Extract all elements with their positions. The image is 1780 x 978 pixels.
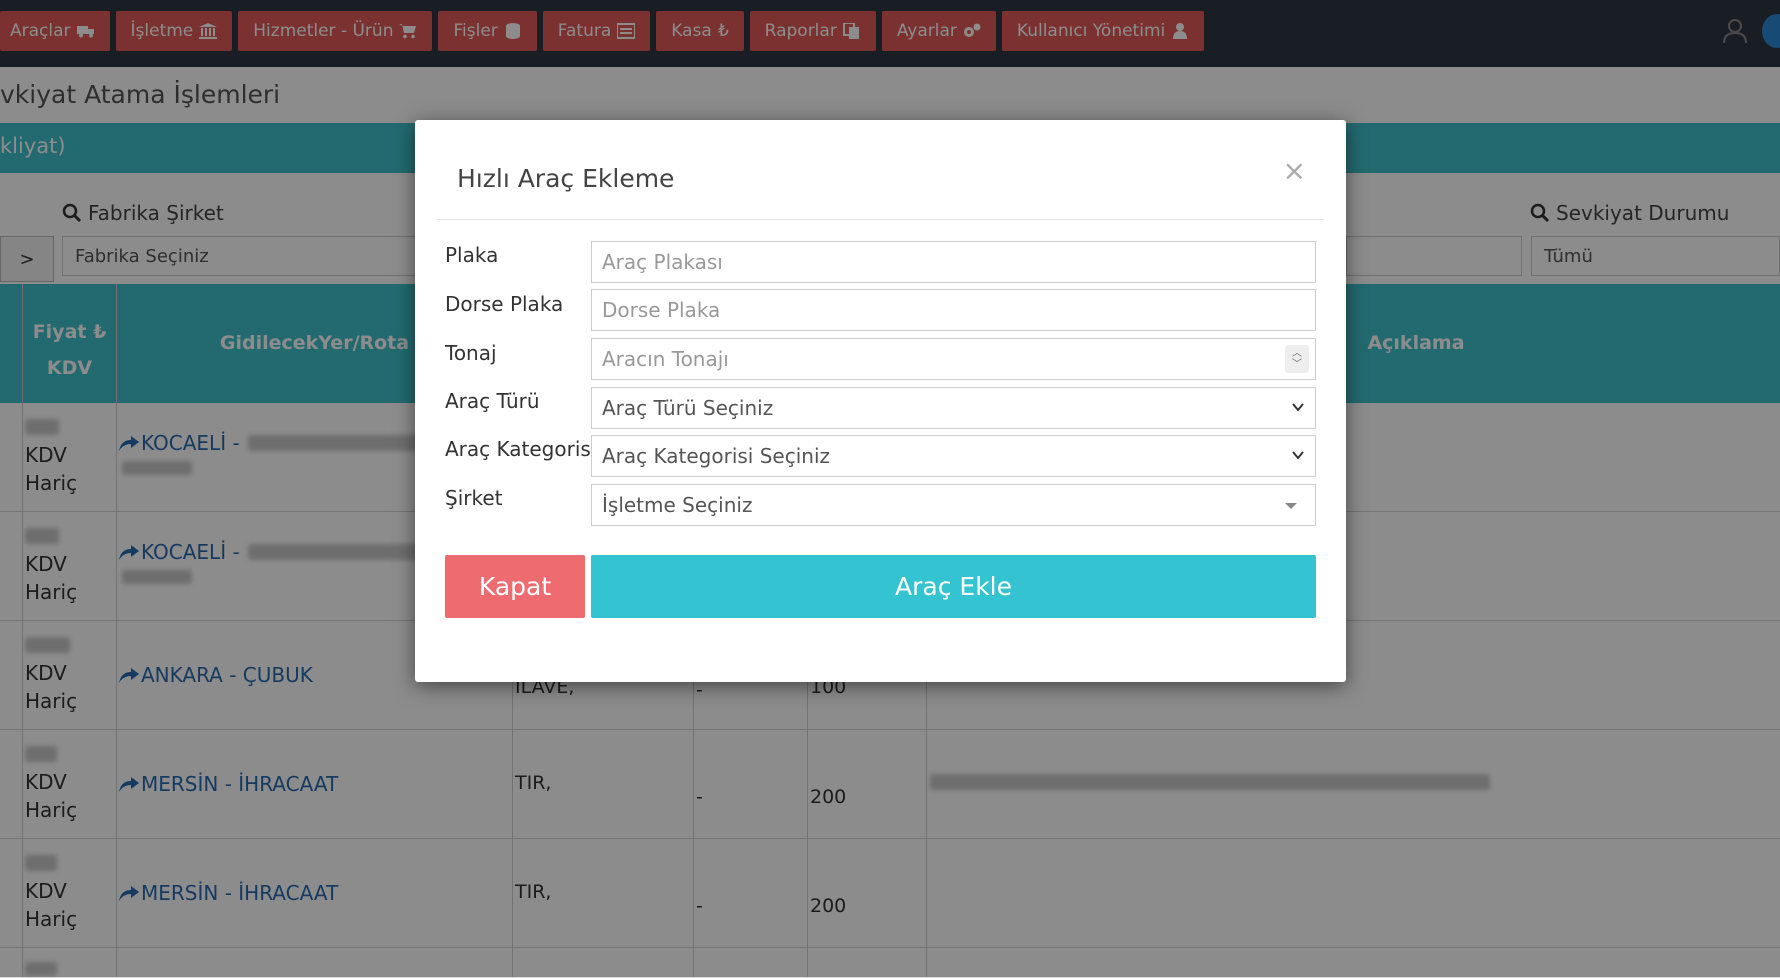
plaka-placeholder: Araç Plakası <box>602 250 723 274</box>
quick-add-vehicle-modal: Hızlı Araç Ekleme × Plaka Araç Plakası D… <box>415 120 1346 682</box>
plaka-label: Plaka <box>445 243 499 267</box>
chevron-down-icon <box>1292 403 1304 412</box>
kategori-value: Araç Kategorisi Seçiniz <box>602 444 831 468</box>
close-icon[interactable]: × <box>1283 154 1306 187</box>
dorse-placeholder: Dorse Plaka <box>602 298 721 322</box>
dorse-input[interactable]: Dorse Plaka <box>591 289 1316 331</box>
number-spinner[interactable]: ︿ ﹀ <box>1285 345 1309 373</box>
tonaj-placeholder: Aracın Tonajı <box>602 347 729 371</box>
plaka-input[interactable]: Araç Plakası <box>591 241 1316 283</box>
tur-value: Araç Türü Seçiniz <box>602 396 774 420</box>
tur-label: Araç Türü <box>445 389 540 413</box>
caret-down-icon <box>1285 503 1297 509</box>
chevron-down-icon <box>1292 451 1304 460</box>
sirket-value: İşletme Seçiniz <box>602 493 753 517</box>
spin-up-icon[interactable]: ︿ <box>1292 348 1302 359</box>
tonaj-input[interactable]: Aracın Tonajı ︿ ﹀ <box>591 338 1316 380</box>
kategori-label: Araç Kategorisi <box>445 437 597 461</box>
sirket-label: Şirket <box>445 486 503 510</box>
modal-divider <box>437 219 1324 220</box>
add-vehicle-button[interactable]: Araç Ekle <box>591 555 1316 618</box>
dorse-label: Dorse Plaka <box>445 292 564 316</box>
sirket-select[interactable]: İşletme Seçiniz <box>591 484 1316 526</box>
modal-title: Hızlı Araç Ekleme <box>457 164 675 193</box>
kategori-select[interactable]: Araç Kategorisi Seçiniz <box>591 435 1316 477</box>
close-button[interactable]: Kapat <box>445 555 585 618</box>
tonaj-label: Tonaj <box>445 341 497 365</box>
tur-select[interactable]: Araç Türü Seçiniz <box>591 387 1316 429</box>
spin-down-icon[interactable]: ﹀ <box>1292 359 1302 370</box>
